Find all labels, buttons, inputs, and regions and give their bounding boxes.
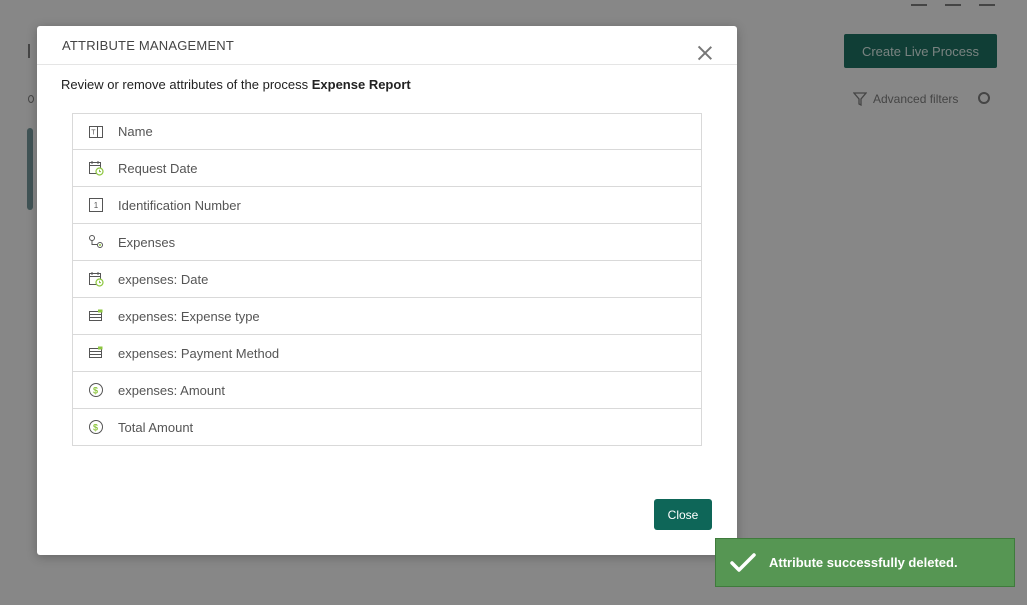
list-item[interactable]: expenses: Date bbox=[72, 261, 702, 298]
svg-text:T: T bbox=[91, 129, 96, 136]
svg-text:$: $ bbox=[93, 423, 98, 433]
currency-icon: $ bbox=[88, 419, 104, 435]
dialog-header: ATTRIBUTE MANAGEMENT bbox=[37, 26, 737, 65]
attribute-management-dialog: ATTRIBUTE MANAGEMENT Review or remove at… bbox=[37, 26, 737, 555]
attribute-label: Expenses bbox=[118, 234, 176, 250]
close-icon[interactable] bbox=[697, 45, 713, 61]
text-field-icon: T bbox=[88, 124, 104, 140]
list-item[interactable]: $ Total Amount bbox=[72, 409, 702, 446]
subprocess-icon bbox=[88, 234, 104, 250]
list-icon bbox=[88, 345, 104, 361]
attribute-label: Identification Number bbox=[118, 197, 241, 213]
list-item[interactable]: expenses: Expense type bbox=[72, 298, 702, 335]
attribute-label: Name bbox=[118, 124, 153, 139]
attribute-label: expenses: Payment Method bbox=[118, 345, 280, 361]
list-item[interactable]: expenses: Payment Method bbox=[72, 335, 702, 372]
number-icon: 1 bbox=[88, 197, 104, 213]
list-icon bbox=[88, 308, 104, 324]
dialog-intro: Review or remove attributes of the proce… bbox=[61, 77, 411, 92]
process-name: Expense Report bbox=[311, 77, 411, 92]
intro-text: Review or remove attributes of the proce… bbox=[61, 77, 312, 92]
dialog-title: ATTRIBUTE MANAGEMENT bbox=[62, 38, 235, 53]
list-item[interactable]: $ expenses: Amount bbox=[72, 372, 702, 409]
calendar-icon bbox=[88, 271, 104, 287]
calendar-icon bbox=[88, 160, 104, 176]
attribute-label: Total Amount bbox=[118, 419, 194, 435]
attribute-label: Request Date bbox=[118, 160, 198, 176]
attribute-label: expenses: Expense type bbox=[118, 308, 260, 324]
attribute-label: expenses: Date bbox=[118, 271, 209, 287]
list-item[interactable]: Expenses bbox=[72, 224, 702, 261]
svg-text:$: $ bbox=[93, 386, 98, 396]
list-item[interactable]: T Name bbox=[72, 113, 702, 150]
attribute-label: expenses: Amount bbox=[118, 382, 225, 398]
currency-icon: $ bbox=[88, 382, 104, 398]
checkmark-icon bbox=[730, 552, 756, 572]
svg-text:1: 1 bbox=[94, 201, 99, 210]
toast-message: Attribute successfully deleted. bbox=[769, 555, 958, 570]
list-item[interactable]: 1 Identification Number bbox=[72, 187, 702, 224]
close-button[interactable]: Close bbox=[654, 499, 712, 530]
attribute-list: T Name Request Date 1 Identification Num… bbox=[72, 113, 702, 446]
success-toast[interactable]: Attribute successfully deleted. bbox=[715, 538, 1015, 587]
list-item[interactable]: Request Date bbox=[72, 150, 702, 187]
